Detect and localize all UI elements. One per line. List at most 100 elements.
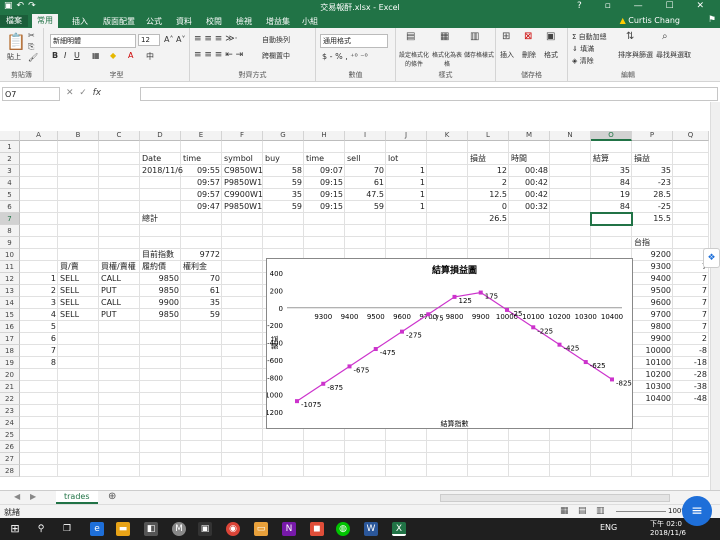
cell-p19[interactable]: 10100: [632, 357, 673, 369]
cell-p17[interactable]: 9900: [632, 333, 673, 345]
cell-d13[interactable]: 9850: [140, 285, 181, 297]
column-header-q[interactable]: Q: [673, 131, 709, 141]
row-header-15[interactable]: 15: [0, 309, 20, 321]
selected-cell-o7[interactable]: [590, 212, 633, 226]
row-header-2[interactable]: 2: [0, 153, 20, 165]
row-header-23[interactable]: 23: [0, 405, 20, 417]
column-header-l[interactable]: L: [468, 131, 509, 141]
font-name-select[interactable]: 新細明體: [50, 34, 136, 48]
cell-l3[interactable]: 12: [468, 165, 509, 177]
cell-a17[interactable]: 6: [20, 333, 58, 345]
cell-p3[interactable]: 35: [632, 165, 673, 177]
add-sheet-icon[interactable]: ⊕: [108, 491, 116, 502]
app-terminal-icon[interactable]: ▣: [198, 522, 212, 536]
cell-q14[interactable]: 7: [673, 297, 709, 309]
cell-g3[interactable]: 58: [263, 165, 304, 177]
cell-j2[interactable]: lot: [386, 153, 427, 165]
cell-q18[interactable]: -8: [673, 345, 709, 357]
align-top-icon[interactable]: ≡ ≡ ≡ ≫·: [194, 34, 238, 44]
fill-button[interactable]: ⇓ 填滿: [572, 44, 594, 54]
underline-icon[interactable]: U: [74, 51, 80, 60]
user-name[interactable]: ▲ Curtis Chang: [620, 16, 680, 25]
cell-p6[interactable]: -25: [632, 201, 673, 213]
row-header-7[interactable]: 7: [0, 213, 20, 225]
cell-e13[interactable]: 61: [181, 285, 222, 297]
format-as-table-icon[interactable]: ▦: [440, 31, 449, 42]
maximize-button[interactable]: ☐: [666, 1, 684, 11]
cell-f6[interactable]: P9850W1: [222, 201, 263, 213]
row-header-27[interactable]: 27: [0, 453, 20, 465]
tab-formulas[interactable]: 公式: [146, 16, 162, 27]
cell-q21[interactable]: -38: [673, 381, 709, 393]
tab-team[interactable]: 小組: [302, 16, 318, 27]
cell-c13[interactable]: PUT: [99, 285, 140, 297]
function-icon[interactable]: fx: [93, 88, 102, 98]
cell-styles-icon[interactable]: ▥: [470, 31, 479, 42]
cell-p12[interactable]: 9400: [632, 273, 673, 285]
sort-filter-icon[interactable]: ⇅: [626, 31, 634, 42]
conditional-format-button[interactable]: 設定格式化的條件: [398, 50, 430, 68]
row-header-10[interactable]: 10: [0, 249, 20, 261]
cell-b12[interactable]: SELL: [58, 273, 99, 285]
cell-a12[interactable]: 1: [20, 273, 58, 285]
grow-font-icon[interactable]: A˄ A˅: [164, 35, 186, 44]
cell-e2[interactable]: time: [181, 153, 222, 165]
cut-icon[interactable]: ✂: [28, 31, 35, 40]
cell-d15[interactable]: 9850: [140, 309, 181, 321]
cell-d3[interactable]: 2018/11/6: [140, 165, 183, 177]
cell-p7[interactable]: 15.5: [632, 213, 673, 225]
cell-p21[interactable]: 10300: [632, 381, 673, 393]
horizontal-scrollbar[interactable]: [440, 494, 670, 502]
font-size-select[interactable]: 12: [138, 34, 160, 46]
cell-d2[interactable]: Date: [140, 153, 181, 165]
cell-g6[interactable]: 59: [263, 201, 304, 213]
floating-menu-button[interactable]: ≡: [682, 496, 712, 526]
zoom-slider[interactable]: [616, 511, 666, 512]
currency-icon[interactable]: $ - % , ⁺⁰ ⁻⁰: [322, 52, 368, 61]
find-select-button[interactable]: 尋找與選取: [656, 50, 691, 60]
row-header-16[interactable]: 16: [0, 321, 20, 333]
cell-b11[interactable]: 買/賣: [58, 261, 99, 273]
row-header-19[interactable]: 19: [0, 357, 20, 369]
autosum-button[interactable]: Σ 自動加總: [572, 32, 607, 42]
share-icon[interactable]: ⚑: [708, 15, 716, 25]
cell-o3[interactable]: 35: [591, 165, 632, 177]
row-header-22[interactable]: 22: [0, 393, 20, 405]
row-header-4[interactable]: 4: [0, 177, 20, 189]
cell-j4[interactable]: 1: [386, 177, 427, 189]
cell-q16[interactable]: 7: [673, 321, 709, 333]
cell-p2[interactable]: 損益: [632, 153, 673, 165]
cell-o4[interactable]: 84: [591, 177, 632, 189]
clock-date[interactable]: 2018/11/6: [650, 529, 686, 537]
prev-sheet-icon[interactable]: ◀: [14, 492, 20, 501]
cell-c14[interactable]: CALL: [99, 297, 140, 309]
cell-p4[interactable]: -23: [632, 177, 673, 189]
cell-p15[interactable]: 9700: [632, 309, 673, 321]
column-header-n[interactable]: N: [550, 131, 591, 141]
cell-j5[interactable]: 1: [386, 189, 427, 201]
enter-icon[interactable]: ✓: [79, 88, 87, 98]
cell-g5[interactable]: 35: [263, 189, 304, 201]
cell-i4[interactable]: 61: [345, 177, 386, 189]
row-header-11[interactable]: 11: [0, 261, 20, 273]
select-all-corner[interactable]: [0, 131, 20, 141]
windows-start-icon[interactable]: ⊞: [8, 522, 22, 536]
cell-p14[interactable]: 9600: [632, 297, 673, 309]
column-header-h[interactable]: H: [304, 131, 345, 141]
delete-cells-icon[interactable]: ⊠: [524, 31, 532, 42]
column-header-k[interactable]: K: [427, 131, 468, 141]
cell-c11[interactable]: 買權/賣權: [99, 261, 140, 273]
cell-p20[interactable]: 10200: [632, 369, 673, 381]
excel-icon[interactable]: X: [392, 522, 406, 536]
cell-j3[interactable]: 1: [386, 165, 427, 177]
line-icon[interactable]: ◍: [336, 522, 350, 536]
cell-o5[interactable]: 19: [591, 189, 632, 201]
insert-cells-button[interactable]: 插入: [500, 50, 514, 60]
chrome-icon[interactable]: ◉: [226, 522, 240, 536]
row-header-3[interactable]: 3: [0, 165, 20, 177]
row-header-9[interactable]: 9: [0, 237, 20, 249]
cell-h4[interactable]: 09:15: [304, 177, 345, 189]
row-header-20[interactable]: 20: [0, 369, 20, 381]
cell-a16[interactable]: 5: [20, 321, 58, 333]
cell-a18[interactable]: 7: [20, 345, 58, 357]
